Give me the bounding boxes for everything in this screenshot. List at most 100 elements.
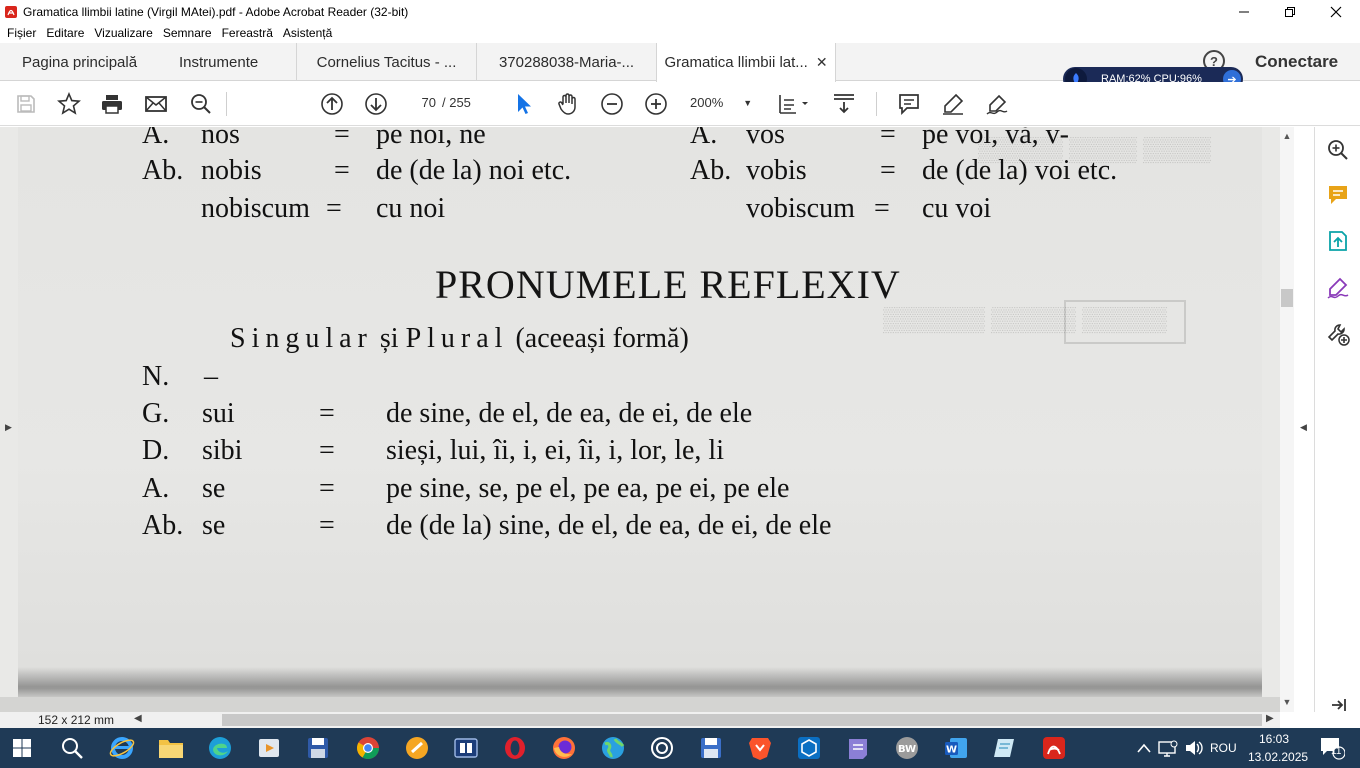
taskbar-word[interactable]: W <box>942 734 970 762</box>
taskbar-firefox[interactable] <box>550 734 578 762</box>
find-button[interactable] <box>188 91 214 117</box>
row-romanian: pe noi, ne <box>376 127 486 150</box>
tab-document-3[interactable]: Gramatica llimbii lat... ✕ <box>656 43 836 82</box>
minimize-button[interactable] <box>1221 0 1267 23</box>
menu-help[interactable]: Asistență <box>278 26 337 40</box>
window-title: Gramatica llimbii latine (Virgil MAtei).… <box>23 4 409 19</box>
export-pdf-icon <box>1329 231 1347 251</box>
fill-sign-button[interactable] <box>1324 274 1352 302</box>
start-button[interactable] <box>8 734 36 762</box>
taskbar-app-globe[interactable] <box>599 734 627 762</box>
taskbar-app-notes[interactable] <box>991 734 1019 762</box>
row-romanian: pe sine, se, pe el, pe ea, pe ei, pe ele <box>386 473 790 504</box>
tray-time[interactable]: 16:03 <box>1259 732 1289 746</box>
search-button[interactable] <box>58 734 86 762</box>
zoom-in-icon <box>1328 140 1348 160</box>
row-equals-2: = <box>874 193 890 224</box>
horizontal-scroll-thumb[interactable] <box>222 714 1262 726</box>
taskbar-file-explorer[interactable] <box>157 734 185 762</box>
row-case: A. <box>142 473 170 504</box>
menu-file[interactable]: Fișier <box>2 26 41 40</box>
tab-document-1[interactable]: Cornelius Tacitus - ... <box>296 43 476 81</box>
tray-network-button[interactable] <box>1157 734 1179 762</box>
highlight-button[interactable] <box>940 91 966 117</box>
scroll-right-icon[interactable]: ▶ <box>1266 713 1274 724</box>
scroll-left-icon[interactable]: ◀ <box>134 713 142 724</box>
scroll-down-icon[interactable]: ▼ <box>1280 695 1294 709</box>
page-layout-button[interactable] <box>776 91 812 117</box>
tab-document-3-label: Gramatica llimbii lat... <box>664 54 808 71</box>
print-button[interactable] <box>99 91 125 117</box>
app-circle-icon <box>651 737 673 759</box>
tray-language[interactable]: ROU <box>1210 741 1237 755</box>
taskbar-app-save[interactable] <box>697 734 725 762</box>
taskbar-chrome[interactable] <box>354 734 382 762</box>
tab-document-2[interactable]: 370288038-Maria-... <box>476 43 656 81</box>
scroll-thumb[interactable] <box>1281 289 1293 307</box>
signin-button[interactable]: Conectare <box>1255 52 1338 72</box>
row-equals: = <box>319 398 335 429</box>
document-view[interactable]: ▒▒▒▒▒ ▒▒▒▒ ▒▒▒▒ ▒▒▒▒▒▒ ▒▒▒▒▒ ▒▒▒▒▒ A. no… <box>0 127 1280 712</box>
more-tools-button[interactable] <box>1324 320 1352 348</box>
next-page-button[interactable] <box>363 91 389 117</box>
taskbar: BW W <box>0 728 1360 768</box>
tab-home[interactable]: Pagina principală <box>22 43 137 81</box>
bookmark-button[interactable] <box>56 91 82 117</box>
tray-date[interactable]: 13.02.2025 <box>1248 750 1308 764</box>
taskbar-app-circle[interactable] <box>648 734 676 762</box>
taskbar-app-dictionary[interactable] <box>452 734 480 762</box>
menu-view[interactable]: Vizualizare <box>89 26 157 40</box>
sign-button[interactable] <box>984 91 1010 117</box>
tray-volume-button[interactable] <box>1183 734 1205 762</box>
save-button[interactable] <box>13 91 39 117</box>
zoom-out-button[interactable] <box>599 91 625 117</box>
tray-overflow-button[interactable] <box>1135 734 1153 762</box>
word-icon: W <box>945 738 967 758</box>
taskbar-internet-explorer[interactable] <box>108 734 136 762</box>
page-number-input[interactable]: 70 <box>410 92 436 114</box>
taskbar-app-orange[interactable] <box>403 734 431 762</box>
comment-button[interactable] <box>896 91 922 117</box>
section-heading: PRONUMELE REFLEXIV <box>435 262 901 307</box>
edge-icon <box>209 737 231 759</box>
row-romanian: de sine, de el, de ea, de ei, de ele <box>386 398 753 429</box>
right-panel-toggle-icon[interactable]: ◀ <box>1300 422 1307 433</box>
notes-app-icon <box>994 739 1014 757</box>
scroll-mode-button[interactable] <box>831 91 857 117</box>
select-tool-button[interactable] <box>511 91 537 117</box>
scroll-mode-icon <box>834 94 854 114</box>
row-romanian: de (de la) sine, de el, de ea, de ei, de… <box>386 510 832 541</box>
row-romanian: cu noi <box>376 193 446 224</box>
zoom-tool-button[interactable] <box>1324 136 1352 164</box>
taskbar-acrobat[interactable] <box>1040 734 1068 762</box>
close-button[interactable] <box>1313 0 1359 23</box>
export-pdf-button[interactable] <box>1324 227 1352 255</box>
zoom-in-button[interactable] <box>643 91 669 117</box>
menu-sign[interactable]: Semnare <box>158 26 217 40</box>
taskbar-opera[interactable] <box>501 734 529 762</box>
scroll-up-icon[interactable]: ▲ <box>1280 129 1294 143</box>
hand-tool-button[interactable] <box>555 91 581 117</box>
previous-page-button[interactable] <box>319 91 345 117</box>
taskbar-app-floppy[interactable] <box>304 734 332 762</box>
taskbar-media-player[interactable] <box>255 734 283 762</box>
svg-text:BW: BW <box>898 744 916 755</box>
restore-button[interactable] <box>1267 0 1313 23</box>
taskbar-edge[interactable] <box>206 734 234 762</box>
email-button[interactable] <box>143 91 169 117</box>
taskbar-app-purple[interactable] <box>844 734 872 762</box>
tab-tools[interactable]: Instrumente <box>179 43 258 81</box>
taskbar-app-bw[interactable]: BW <box>893 734 921 762</box>
row-latin: nobis <box>201 155 262 186</box>
taskbar-app-hex[interactable] <box>795 734 823 762</box>
comment-tool-button[interactable] <box>1324 181 1352 209</box>
menu-window[interactable]: Fereastră <box>217 26 278 40</box>
vertical-scrollbar[interactable]: ▲ ▼ <box>1280 127 1294 712</box>
menu-edit[interactable]: Editare <box>41 26 89 40</box>
tab-close-icon[interactable]: ✕ <box>816 54 828 71</box>
collapse-panel-button[interactable] <box>1324 691 1352 719</box>
taskbar-brave[interactable] <box>746 734 774 762</box>
highlighter-pen-icon <box>943 93 964 115</box>
zoom-level-select[interactable]: 200% ▼ <box>690 92 752 114</box>
left-panel-toggle-icon[interactable]: ▶ <box>5 422 12 433</box>
